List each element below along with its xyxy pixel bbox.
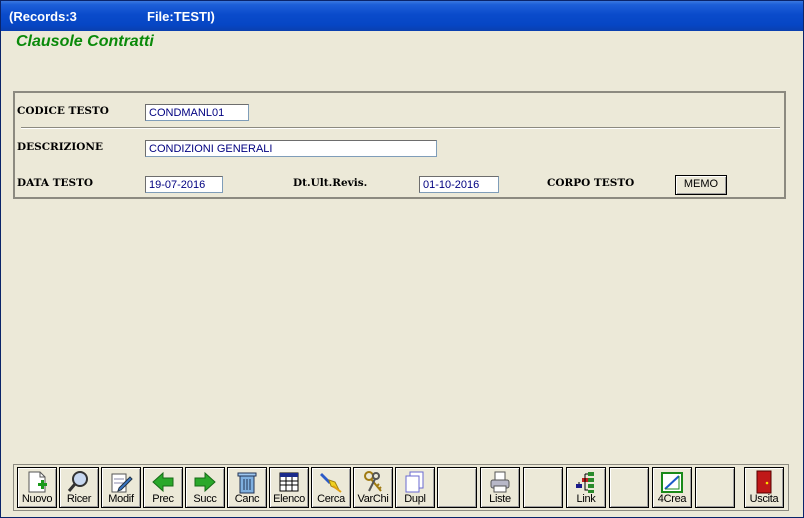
nuovo-button[interactable]: Nuovo: [17, 467, 57, 508]
canc-button[interactable]: Canc: [227, 467, 267, 508]
data-testo-field[interactable]: 19-07-2016: [145, 176, 223, 193]
dt-ult-revis-field[interactable]: 01-10-2016: [419, 176, 499, 193]
toolbar-empty-button[interactable]: [523, 467, 563, 508]
toolbar-empty-button[interactable]: [437, 467, 477, 508]
printer-icon: [481, 470, 519, 494]
file-name: File:TESTI): [147, 9, 215, 24]
separator: [21, 127, 780, 129]
prec-button[interactable]: Prec: [143, 467, 183, 508]
button-label: Cerca: [317, 493, 345, 505]
button-label: Ricer: [66, 493, 92, 505]
dt-ult-revis-label: Dt.Ult.Revis.: [293, 177, 368, 189]
toolbar-empty-button[interactable]: [695, 467, 735, 508]
button-label: Liste: [489, 493, 511, 505]
link-button[interactable]: Link: [566, 467, 606, 508]
keys-icon: [354, 470, 392, 494]
button-label: Uscita: [749, 493, 779, 505]
arrow-right-icon: [186, 470, 224, 494]
uscita-button[interactable]: Uscita: [744, 467, 784, 508]
ricer-button[interactable]: Ricer: [59, 467, 99, 508]
corpo-testo-label: CORPO TESTO: [547, 177, 635, 189]
button-label: 4Crea: [657, 493, 687, 505]
edit-document-icon: [102, 470, 140, 494]
4crea-button[interactable]: 4Crea: [652, 467, 692, 508]
memo-button[interactable]: MEMO: [675, 175, 727, 195]
liste-button[interactable]: Liste: [480, 467, 520, 508]
button-label: Dupl: [404, 493, 426, 505]
tree-icon: [567, 470, 605, 494]
button-label: VarChi: [357, 493, 389, 505]
flashlight-icon: [312, 470, 350, 494]
descrizione-field[interactable]: CONDIZIONI GENERALI: [145, 140, 437, 157]
cerca-button[interactable]: Cerca: [311, 467, 351, 508]
form-title: Clausole Contratti: [16, 33, 154, 50]
codice-testo-label: CODICE TESTO: [17, 105, 109, 117]
modif-button[interactable]: Modif: [101, 467, 141, 508]
button-label: Prec: [152, 493, 174, 505]
client-area: Clausole Contratti CODICE TESTO CONDMANL…: [5, 31, 799, 513]
duplicate-icon: [396, 470, 434, 494]
codice-testo-field[interactable]: CONDMANL01: [145, 104, 249, 121]
button-label: Elenco: [273, 493, 305, 505]
records-count: (Records:3: [9, 9, 77, 24]
title-bar[interactable]: (Records:3 File:TESTI): [1, 1, 803, 31]
trash-icon: [228, 470, 266, 494]
design-icon: [653, 470, 691, 494]
button-label: Modif: [108, 493, 134, 505]
table-icon: [270, 470, 308, 494]
elenco-button[interactable]: Elenco: [269, 467, 309, 508]
varchi-button[interactable]: VarChi: [353, 467, 393, 508]
main-window: (Records:3 File:TESTI) Clausole Contratt…: [0, 0, 804, 518]
record-panel: CODICE TESTO CONDMANL01 DESCRIZIONE COND…: [13, 91, 786, 199]
data-testo-label: DATA TESTO: [17, 177, 94, 189]
succ-button[interactable]: Succ: [185, 467, 225, 508]
button-label: Link: [576, 493, 596, 505]
descrizione-label: DESCRIZIONE: [17, 141, 104, 153]
button-label: Nuovo: [21, 493, 53, 505]
exit-door-icon: [745, 470, 783, 494]
new-document-icon: [18, 470, 56, 494]
magnifier-icon: [60, 470, 98, 494]
toolbar: Nuovo Ricer Modif Prec Succ Canc Elenco …: [13, 464, 789, 511]
toolbar-empty-button[interactable]: [609, 467, 649, 508]
button-label: Canc: [234, 493, 260, 505]
button-label: Succ: [193, 493, 217, 505]
arrow-left-icon: [144, 470, 182, 494]
dupl-button[interactable]: Dupl: [395, 467, 435, 508]
